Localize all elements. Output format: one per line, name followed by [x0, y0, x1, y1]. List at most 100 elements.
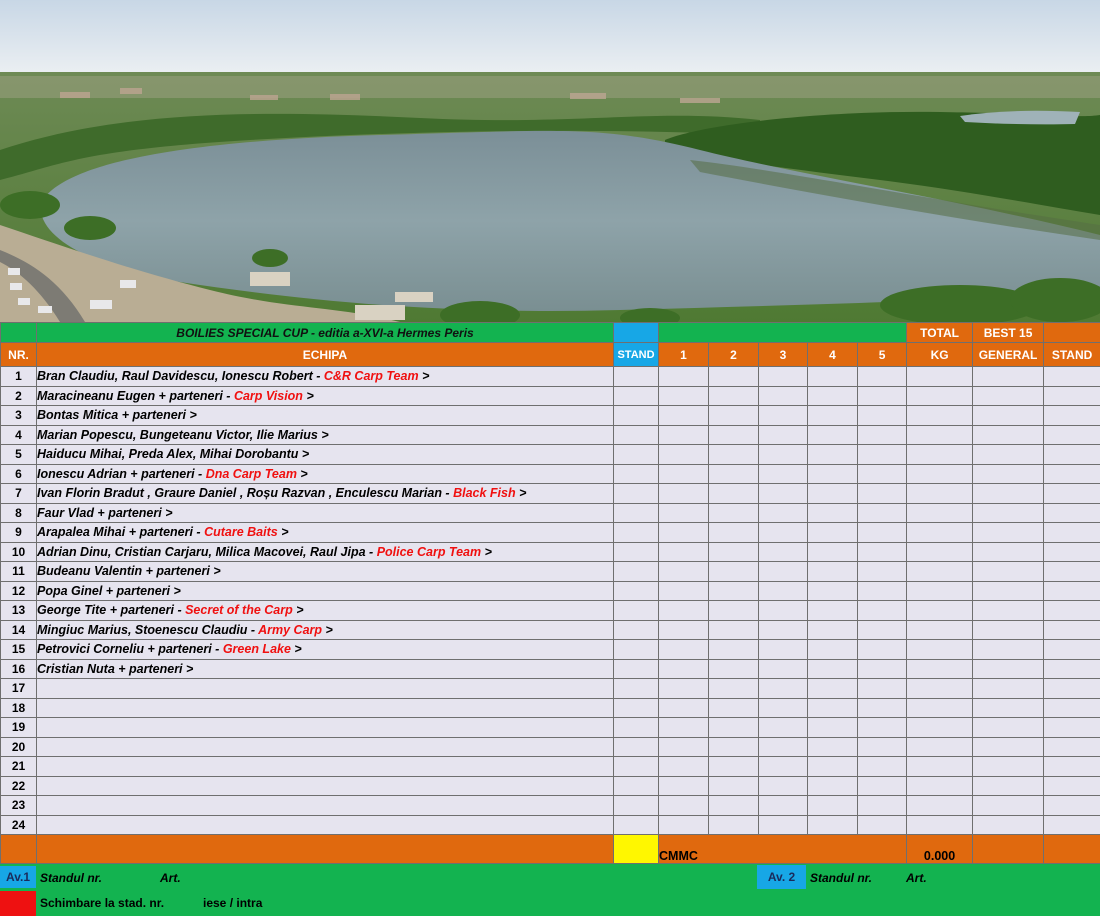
final-stand-cell[interactable]: [1043, 600, 1100, 621]
best15-cell[interactable]: [972, 600, 1045, 621]
day-4-cell[interactable]: [807, 444, 858, 465]
day-3-cell[interactable]: [758, 600, 808, 621]
day-1-cell[interactable]: [658, 366, 709, 387]
day-5-cell[interactable]: [856, 580, 908, 601]
day-5-cell[interactable]: [856, 795, 908, 816]
team-cell[interactable]: [36, 775, 614, 796]
stand-cell[interactable]: [613, 717, 659, 738]
day-1-cell[interactable]: [658, 463, 709, 484]
day-2-cell[interactable]: [708, 658, 759, 679]
final-stand-cell[interactable]: [1043, 502, 1100, 523]
day-1-cell[interactable]: [658, 561, 709, 582]
final-stand-cell[interactable]: [1043, 678, 1100, 699]
day-5-cell[interactable]: [856, 717, 908, 738]
final-stand-cell[interactable]: [1043, 483, 1100, 504]
stand-cell[interactable]: [613, 483, 659, 504]
team-cell[interactable]: Popa Ginel + parteneri >: [36, 580, 614, 601]
day-2-cell[interactable]: [708, 580, 759, 601]
day-1-cell[interactable]: [658, 600, 709, 621]
day-5-cell[interactable]: [856, 444, 908, 465]
day-3-cell[interactable]: [758, 580, 808, 601]
total-kg-cell[interactable]: [906, 775, 974, 796]
team-cell[interactable]: [36, 756, 614, 777]
day-1-cell[interactable]: [658, 502, 709, 523]
day-4-cell[interactable]: [807, 795, 858, 816]
day-3-cell[interactable]: [758, 736, 808, 757]
day-2-cell[interactable]: [708, 424, 759, 445]
day-5-cell[interactable]: [856, 736, 908, 757]
day-2-cell[interactable]: [708, 775, 759, 796]
day-3-cell[interactable]: [758, 678, 808, 699]
day-2-cell[interactable]: [708, 561, 759, 582]
day-4-cell[interactable]: [807, 814, 858, 835]
day-3-cell[interactable]: [758, 561, 808, 582]
day-4-cell[interactable]: [807, 541, 858, 562]
total-kg-cell[interactable]: [906, 405, 974, 426]
best15-cell[interactable]: [972, 814, 1045, 835]
day-4-cell[interactable]: [807, 483, 858, 504]
final-stand-cell[interactable]: [1043, 385, 1100, 406]
day-3-cell[interactable]: [758, 756, 808, 777]
day-1-cell[interactable]: [658, 697, 709, 718]
day-4-cell[interactable]: [807, 658, 858, 679]
total-kg-cell[interactable]: [906, 756, 974, 777]
day-5-cell[interactable]: [856, 541, 908, 562]
day-2-cell[interactable]: [708, 385, 759, 406]
day-5-cell[interactable]: [856, 678, 908, 699]
day-5-cell[interactable]: [856, 483, 908, 504]
stand-cell[interactable]: [613, 678, 659, 699]
day-4-cell[interactable]: [807, 405, 858, 426]
day-3-cell[interactable]: [758, 639, 808, 660]
day-2-cell[interactable]: [708, 463, 759, 484]
day-5-cell[interactable]: [856, 775, 908, 796]
stand-cell[interactable]: [613, 619, 659, 640]
day-1-cell[interactable]: [658, 580, 709, 601]
best15-cell[interactable]: [972, 463, 1045, 484]
stand-cell[interactable]: [613, 756, 659, 777]
stand-cell[interactable]: [613, 366, 659, 387]
day-5-cell[interactable]: [856, 561, 908, 582]
day-1-cell[interactable]: [658, 385, 709, 406]
day-5-cell[interactable]: [856, 639, 908, 660]
day-1-cell[interactable]: [658, 483, 709, 504]
day-3-cell[interactable]: [758, 444, 808, 465]
day-3-cell[interactable]: [758, 385, 808, 406]
day-1-cell[interactable]: [658, 814, 709, 835]
day-1-cell[interactable]: [658, 424, 709, 445]
best15-cell[interactable]: [972, 678, 1045, 699]
day-2-cell[interactable]: [708, 366, 759, 387]
day-2-cell[interactable]: [708, 522, 759, 543]
team-cell[interactable]: Bran Claudiu, Raul Davidescu, Ionescu Ro…: [36, 366, 614, 387]
team-cell[interactable]: [36, 697, 614, 718]
day-3-cell[interactable]: [758, 541, 808, 562]
day-1-cell[interactable]: [658, 775, 709, 796]
day-1-cell[interactable]: [658, 639, 709, 660]
final-stand-cell[interactable]: [1043, 736, 1100, 757]
stand-cell[interactable]: [613, 580, 659, 601]
stand-cell[interactable]: [613, 561, 659, 582]
day-4-cell[interactable]: [807, 600, 858, 621]
day-2-cell[interactable]: [708, 541, 759, 562]
total-kg-cell[interactable]: [906, 814, 974, 835]
team-cell[interactable]: Ionescu Adrian + parteneri - Dna Carp Te…: [36, 463, 614, 484]
day-3-cell[interactable]: [758, 463, 808, 484]
total-kg-cell[interactable]: [906, 522, 974, 543]
day-2-cell[interactable]: [708, 697, 759, 718]
stand-cell[interactable]: [613, 600, 659, 621]
final-stand-cell[interactable]: [1043, 639, 1100, 660]
day-3-cell[interactable]: [758, 405, 808, 426]
final-stand-cell[interactable]: [1043, 522, 1100, 543]
stand-cell[interactable]: [613, 736, 659, 757]
final-stand-cell[interactable]: [1043, 717, 1100, 738]
team-cell[interactable]: George Tite + parteneri - Secret of the …: [36, 600, 614, 621]
day-2-cell[interactable]: [708, 444, 759, 465]
total-kg-cell[interactable]: [906, 600, 974, 621]
day-3-cell[interactable]: [758, 795, 808, 816]
best15-cell[interactable]: [972, 483, 1045, 504]
team-cell[interactable]: Ivan Florin Bradut , Graure Daniel , Roș…: [36, 483, 614, 504]
stand-cell[interactable]: [613, 697, 659, 718]
best15-cell[interactable]: [972, 561, 1045, 582]
team-cell[interactable]: [36, 814, 614, 835]
total-kg-cell[interactable]: [906, 639, 974, 660]
total-kg-cell[interactable]: [906, 463, 974, 484]
